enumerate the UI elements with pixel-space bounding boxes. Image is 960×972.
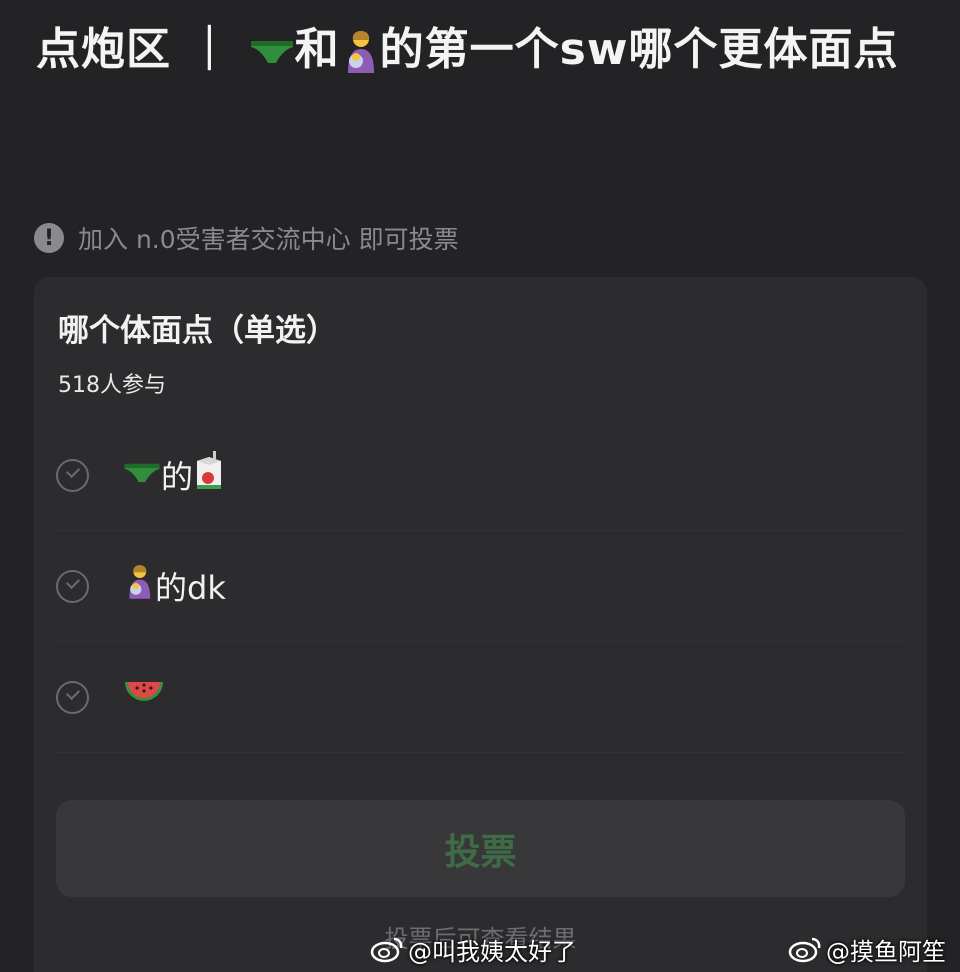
info-icon: ! [34,223,64,253]
green-underwear-icon [249,18,295,82]
option-label: 的dk [123,563,226,609]
option-label: 的 [123,451,225,499]
watermelon-icon [123,676,165,718]
poll-option-3[interactable] [56,642,905,753]
join-notice: ! 加入 n.0受害者交流中心 即可投票 [34,218,459,258]
check-circle-icon[interactable] [56,458,89,492]
title-part-3: 的第一个sw哪个更体面点 [379,24,899,75]
check-circle-icon[interactable] [56,569,89,603]
title-part-2: 和 [294,24,340,75]
check-circle-icon[interactable] [56,680,89,714]
person-feeding-baby-icon [340,18,380,82]
green-underwear-icon [123,456,161,494]
poll-option-1[interactable]: 的 [56,420,905,531]
watermark-1: @叫我姨太好了 [370,930,576,968]
option-text: 的 [161,458,194,496]
person-feeding-baby-icon [123,563,155,609]
poll-post-page: 点炮区 ｜ 和的第一个sw哪个更体面点 ! 加入 n.0受害者交流中心 即可投票… [0,0,960,972]
option-text: 的dk [155,569,226,607]
watermark-text: @摸鱼阿笙 [826,937,946,966]
watermark-2: @摸鱼阿笙 [788,930,946,968]
option-label [123,676,165,718]
vote-button[interactable]: 投票 [56,800,905,897]
join-notice-text: 加入 n.0受害者交流中心 即可投票 [78,225,459,254]
weibo-icon [788,937,821,963]
participant-count: 518人参与 [58,373,166,398]
post-title: 点炮区 ｜ 和的第一个sw哪个更体面点 [36,18,916,82]
title-part-1: 点炮区 ｜ [36,24,249,75]
poll-title: 哪个体面点（单选） [58,313,337,349]
watermark-text: @叫我姨太好了 [408,937,576,966]
weibo-icon [370,937,403,963]
poll-option-2[interactable]: 的dk [56,531,905,642]
juice-box-icon [193,451,225,499]
poll-card: 哪个体面点（单选） 518人参与 的 的dk 投票 投票后可查看结果 [34,277,927,972]
